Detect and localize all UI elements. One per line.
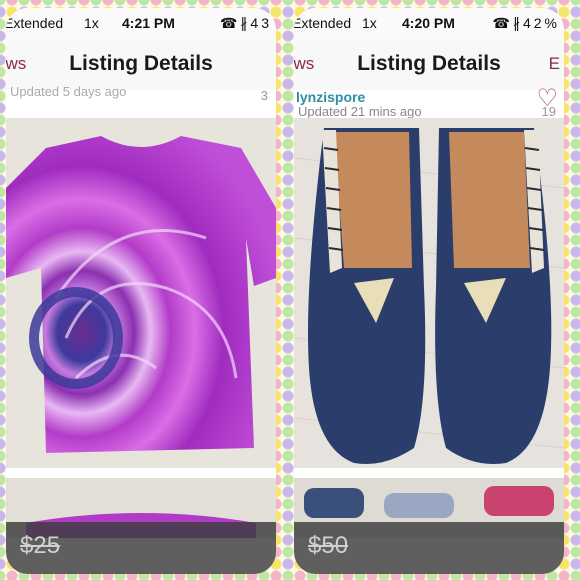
listing-photo-tie-dye-shirt[interactable] — [6, 118, 276, 468]
tie-dye-shirt-image — [6, 118, 276, 468]
clock: 4:21 PM — [122, 15, 175, 31]
price-bar: $25 — [6, 522, 276, 574]
battery-label: 43 — [250, 15, 272, 31]
status-icons: ☎∦42% — [493, 15, 560, 32]
status-bar: Extended 1x 4:21 PM ☎∦43 — [6, 8, 276, 38]
seller-row: Updated 5 days ago 3 — [6, 84, 276, 118]
like-count: 3 — [260, 88, 268, 103]
updated-label: Updated 5 days ago — [10, 84, 127, 99]
page-title: Listing Details — [357, 52, 501, 75]
carrier-label: Extended — [294, 15, 352, 31]
status-bar: Extended 1x 4:20 PM ☎∦42% — [294, 8, 564, 38]
speed-label: 1x — [362, 15, 377, 31]
page-title: Listing Details — [69, 52, 213, 75]
like-count: 19 — [541, 104, 556, 119]
carrier-label: Extended — [6, 15, 64, 31]
edit-button[interactable]: E — [549, 54, 560, 74]
price-label: $25 — [20, 532, 61, 559]
clock: 4:20 PM — [402, 15, 455, 31]
bluetooth-icon: ∦ — [240, 15, 251, 31]
listing-panel-left: Extended 1x 4:21 PM ☎∦43 ews Listing Det… — [6, 8, 276, 574]
shoes-image — [294, 118, 564, 468]
status-icons: ☎∦43 — [220, 15, 272, 32]
nav-bar: ews Listing Details E — [294, 38, 564, 91]
updated-label: Updated 21 mins ago — [298, 104, 422, 119]
wifi-icon: ☎ — [219, 15, 241, 31]
seller-row: lynzispore Updated 21 mins ago ♡ 19 — [294, 85, 564, 119]
listing-photo-shoes[interactable] — [294, 118, 564, 468]
listing-panel-right: Extended 1x 4:20 PM ☎∦42% ews Listing De… — [294, 8, 564, 574]
price-bar: $50 — [294, 522, 564, 574]
price-label: $50 — [308, 532, 349, 559]
wifi-icon: ☎ — [492, 15, 513, 31]
battery-label: 42% — [522, 15, 560, 31]
speed-label: 1x — [84, 15, 99, 31]
bluetooth-icon: ∦ — [512, 15, 523, 31]
seller-link[interactable]: lynzispore — [296, 89, 365, 105]
